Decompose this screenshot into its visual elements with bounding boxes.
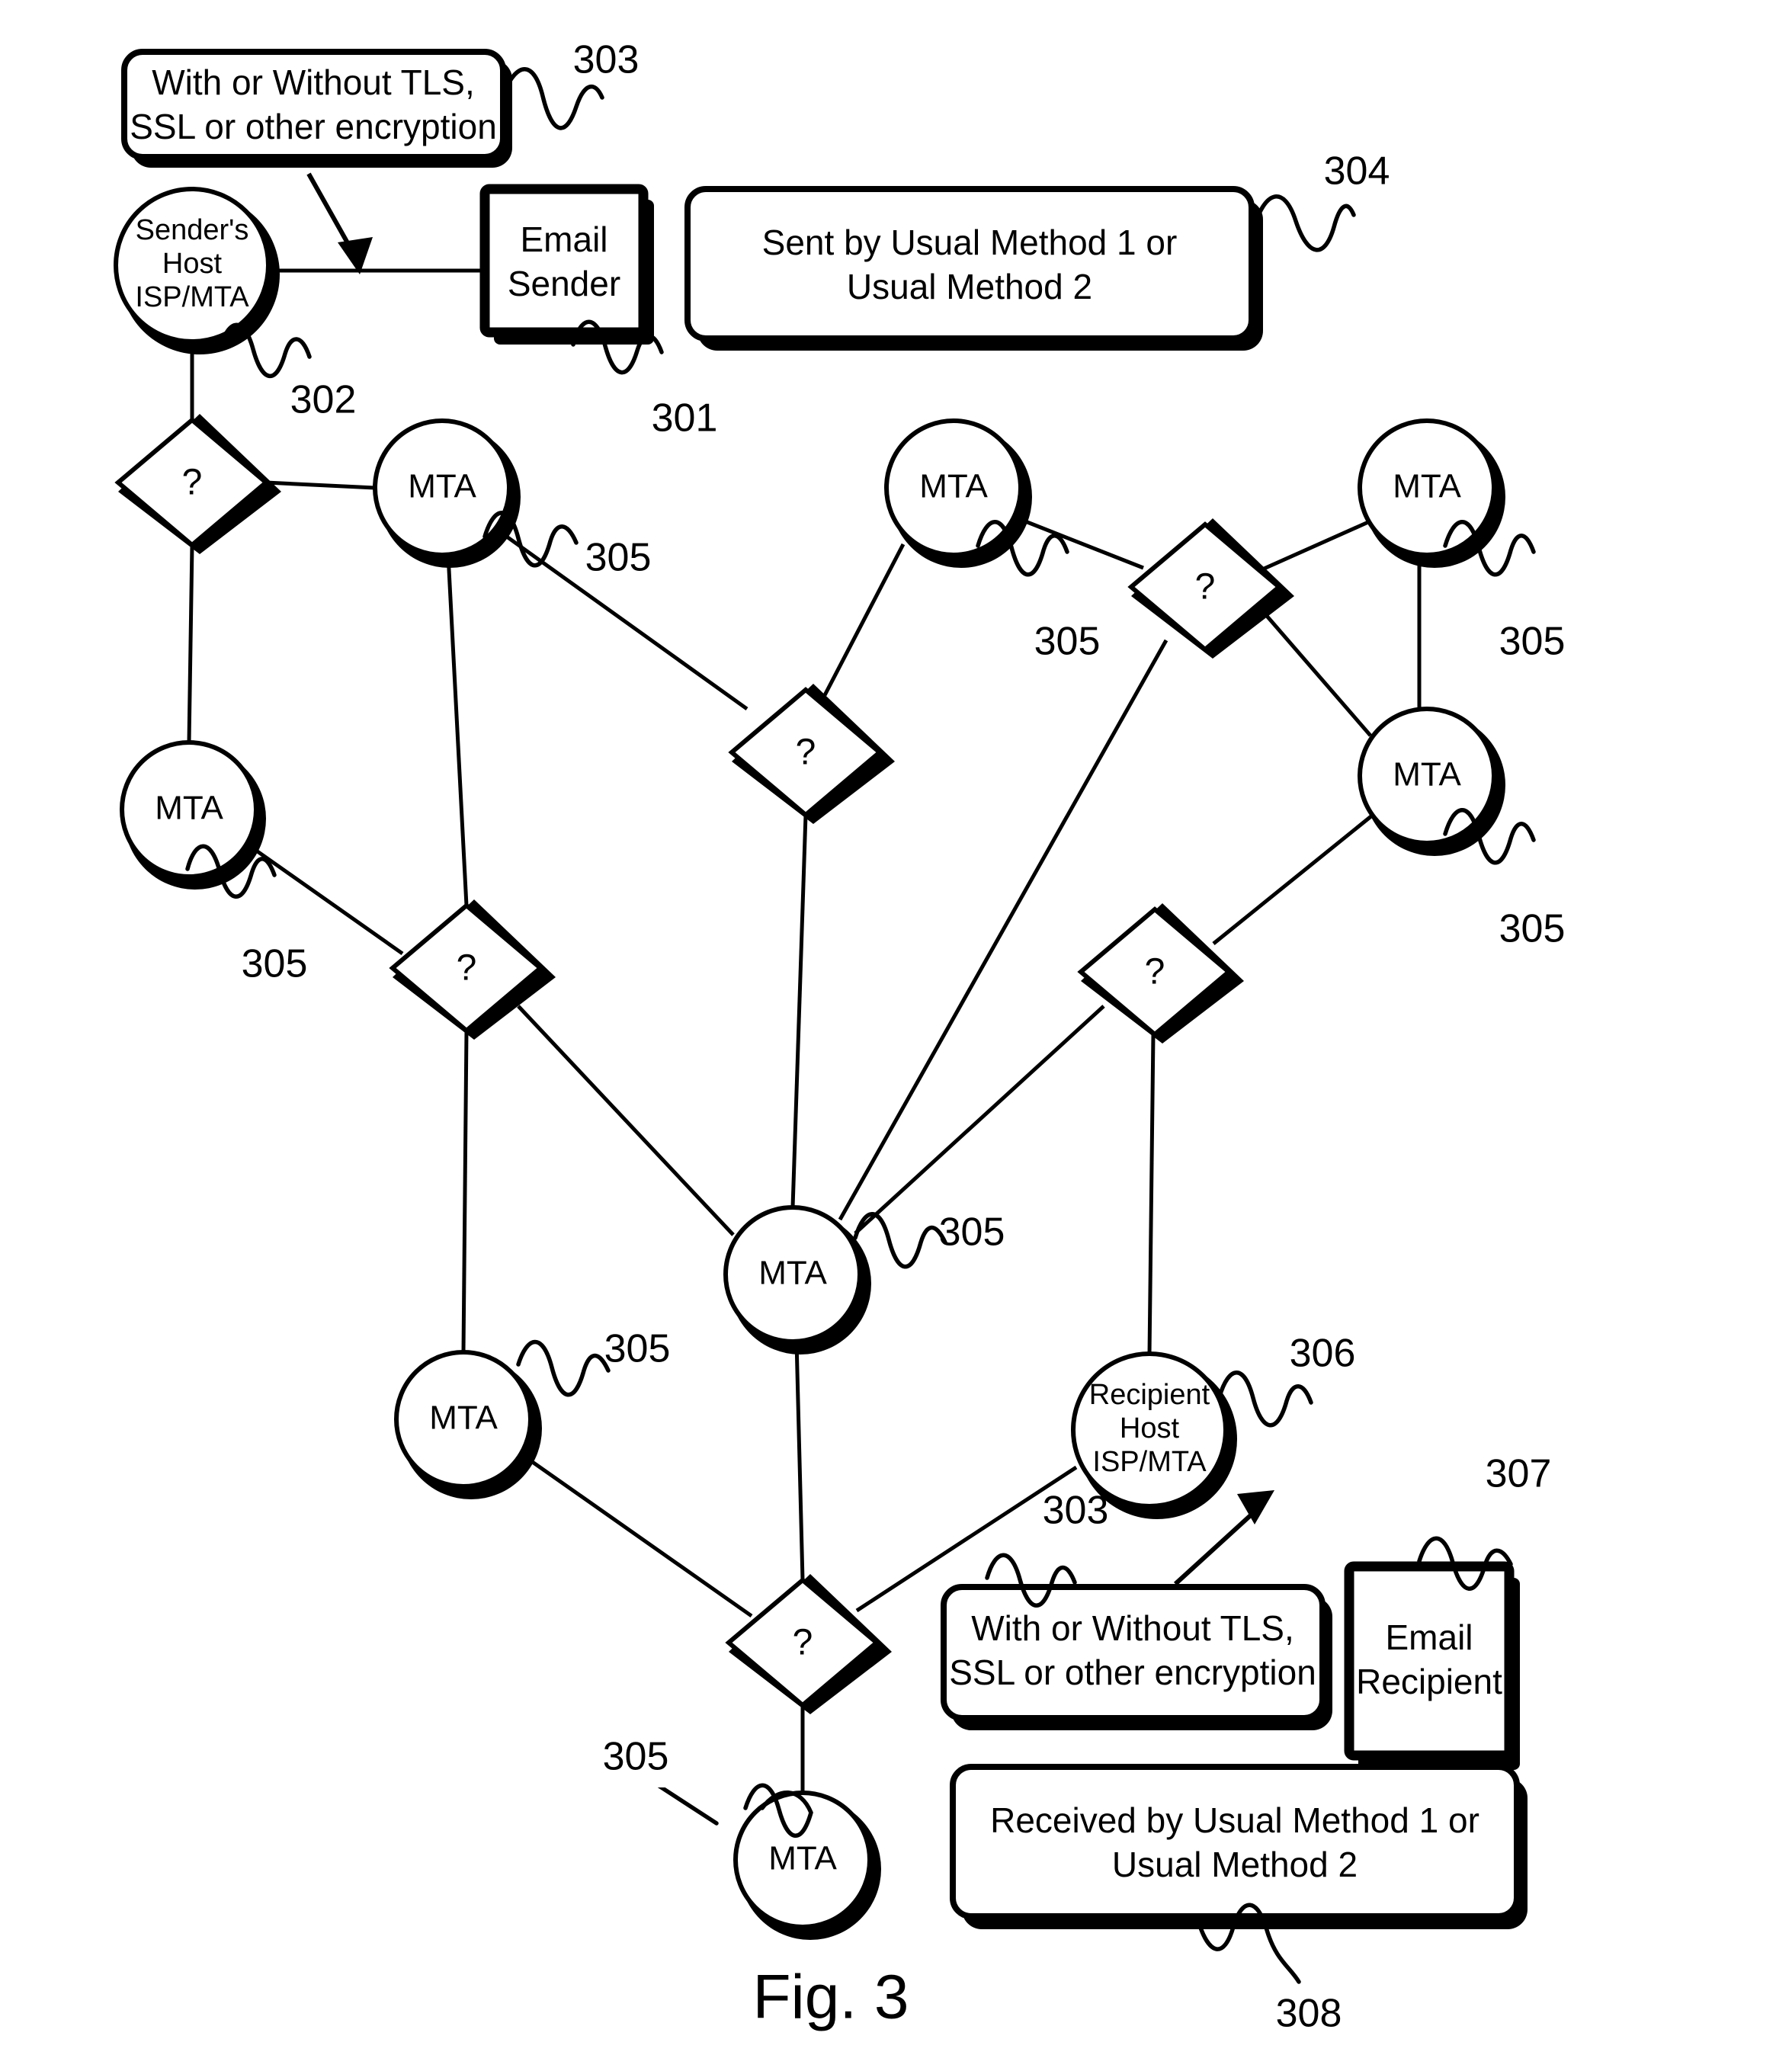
ref-303-bottom: 303 bbox=[1043, 1489, 1109, 1533]
reference-numeral-layer: 303 304 302 301 305 305 305 305 305 305 … bbox=[185, 38, 1566, 2036]
ref-302: 302 bbox=[290, 378, 357, 422]
ref-305-c: 305 bbox=[1499, 620, 1566, 664]
patent-figure-3: With or Without TLS, SSL or other encryp… bbox=[0, 0, 1792, 2055]
leader-308 bbox=[1196, 1903, 1301, 1984]
ref-305-a: 305 bbox=[585, 536, 652, 580]
ref-301: 301 bbox=[652, 396, 718, 441]
ref-304: 304 bbox=[1324, 149, 1390, 194]
ref-306: 306 bbox=[1290, 1332, 1356, 1376]
leader-302 bbox=[218, 322, 312, 379]
ref-305-f: 305 bbox=[939, 1210, 1005, 1255]
ref-303-top: 303 bbox=[573, 38, 640, 82]
leader-305-b bbox=[976, 520, 1069, 577]
ref-305-b: 305 bbox=[1034, 620, 1101, 664]
ref-305-h: 308 bbox=[603, 1735, 669, 1779]
leader-303-bottom bbox=[985, 1553, 1077, 1608]
leader-304 bbox=[1252, 194, 1356, 252]
figure-caption: Fig. 3 bbox=[752, 1963, 909, 2032]
ref-308: 308 bbox=[1276, 1992, 1342, 2036]
leader-305-h-tail bbox=[653, 1781, 719, 1826]
leader-305-a bbox=[482, 511, 579, 568]
ref-305-e: 305 bbox=[242, 942, 308, 986]
leader-305-c bbox=[1443, 520, 1536, 577]
leader-305-g bbox=[516, 1340, 611, 1397]
leader-307 bbox=[1417, 1536, 1513, 1591]
leader-306 bbox=[1217, 1371, 1313, 1428]
ref-305-d: 305 bbox=[1499, 907, 1566, 951]
leader-305-h bbox=[743, 1783, 813, 1838]
leader-305-e bbox=[185, 844, 277, 899]
ref-305-g: 305 bbox=[604, 1327, 671, 1371]
ref-307: 307 bbox=[1486, 1452, 1552, 1496]
leader-301 bbox=[571, 319, 664, 375]
leader-305-d bbox=[1443, 808, 1536, 865]
leader-305-f bbox=[853, 1212, 947, 1269]
